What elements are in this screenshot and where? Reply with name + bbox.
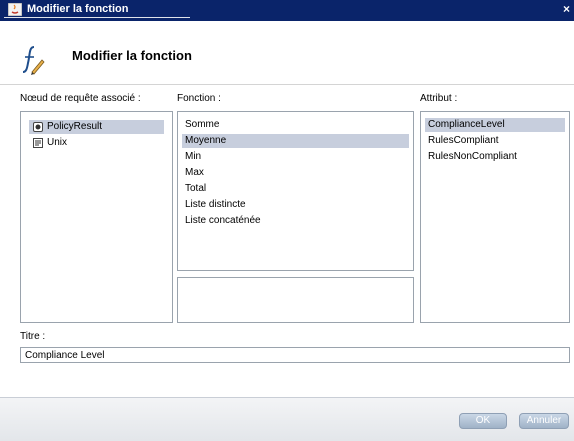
dialog-heading: Modifier la fonction: [72, 48, 192, 63]
attribute-item-compliancelevel[interactable]: ComplianceLevel: [425, 118, 565, 132]
node-label: Nœud de requête associé :: [20, 93, 141, 104]
node-item-label: PolicyResult: [47, 121, 103, 132]
function-item-max[interactable]: Max: [182, 166, 409, 180]
unix-node-icon: [33, 138, 43, 148]
function-item-min[interactable]: Min: [182, 150, 409, 164]
title-field[interactable]: [20, 347, 570, 363]
function-item-liste-distincte[interactable]: Liste distincte: [182, 198, 409, 212]
node-item-policyresult[interactable]: PolicyResult: [29, 120, 164, 134]
function-item-moyenne[interactable]: Moyenne: [182, 134, 409, 148]
attribute-list[interactable]: ComplianceLevel RulesCompliant RulesNonC…: [420, 111, 570, 323]
header-divider: [0, 84, 574, 85]
window-title: Modifier la fonction: [27, 3, 129, 15]
function-item-liste-concatenee[interactable]: Liste concaténée: [182, 214, 409, 228]
function-item-total[interactable]: Total: [182, 182, 409, 196]
function-icon: [22, 46, 45, 75]
attribute-label: Attribut :: [420, 93, 458, 104]
function-item-somme[interactable]: Somme: [182, 118, 409, 132]
node-item-unix[interactable]: Unix: [29, 136, 164, 150]
function-label: Fonction :: [177, 93, 221, 104]
function-list[interactable]: Somme Moyenne Min Max Total Liste distin…: [177, 111, 414, 271]
function-description-panel: [177, 277, 414, 323]
node-list[interactable]: PolicyResult Unix: [20, 111, 173, 323]
attribute-item-rulescompliant[interactable]: RulesCompliant: [425, 134, 565, 148]
node-item-label: Unix: [47, 137, 68, 148]
ok-button[interactable]: OK: [459, 413, 507, 429]
attribute-item-rulesnoncompliant[interactable]: RulesNonCompliant: [425, 150, 565, 164]
title-field-label: Titre :: [20, 331, 46, 342]
java-app-icon: [8, 3, 22, 16]
close-button[interactable]: ×: [560, 3, 573, 16]
cancel-button[interactable]: Annuler: [519, 413, 569, 429]
policy-result-icon: [33, 122, 43, 132]
title-underline: [4, 17, 190, 18]
